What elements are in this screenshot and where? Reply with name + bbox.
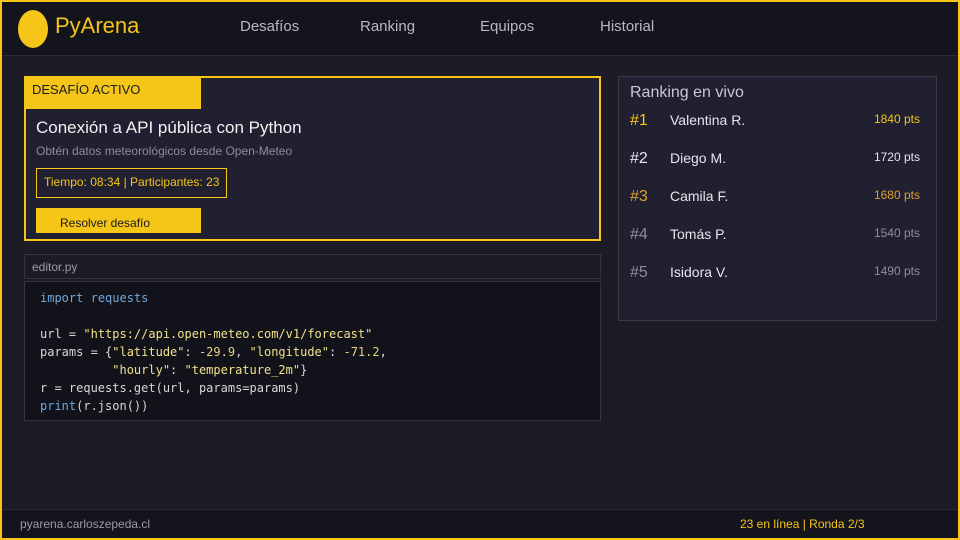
rank-position: #2 [630, 150, 648, 167]
rank-position: #3 [630, 188, 648, 205]
rank-points: 1720 pts [873, 150, 920, 164]
editor-filename-tab[interactable]: editor.py [24, 254, 601, 279]
ranking-row[interactable]: #5 Isidora V. 1490 pts [619, 260, 936, 290]
rank-points: 1540 pts [873, 226, 920, 240]
ranking-row[interactable]: #3 Camila F. 1680 pts [619, 184, 936, 214]
live-ranking-panel: Ranking en vivo #1 Valentina R. 1840 pts… [618, 76, 937, 321]
challenge-meta: Tiempo: 08:34 | Participantes: 23 [36, 168, 228, 198]
nav-item-historial[interactable]: Historial [600, 18, 654, 35]
rank-name: Diego M. [670, 150, 727, 166]
code-line: params = {"latitude": -29.9, "longitude"… [40, 345, 387, 359]
online-status: 23 en línea | Ronda 2/3 [740, 517, 865, 531]
rank-points: 1490 pts [873, 264, 920, 278]
app-title: PyArena [55, 13, 140, 38]
rank-name: Camila F. [670, 188, 729, 204]
code-line: "hourly": "temperature_2m"} [112, 363, 308, 377]
rank-points: 1840 pts [873, 112, 920, 126]
ranking-title: Ranking en vivo [630, 84, 744, 101]
active-challenge-card: DESAFÍO ACTIVO Conexión a API pública co… [24, 76, 601, 241]
site-url[interactable]: pyarena.carloszepeda.cl [20, 517, 150, 531]
challenge-subtitle: Obtén datos meteorológicos desde Open-Me… [36, 144, 293, 158]
code-line: url = "https://api.open-meteo.com/v1/for… [40, 327, 373, 341]
ranking-row[interactable]: #1 Valentina R. 1840 pts [619, 108, 936, 138]
logo-icon [18, 10, 48, 48]
ranking-row[interactable]: #4 Tomás P. 1540 pts [619, 222, 936, 252]
active-challenge-tag: DESAFÍO ACTIVO [26, 78, 201, 109]
rank-position: #1 [630, 112, 648, 129]
rank-position: #4 [630, 226, 648, 243]
top-header: PyArena Desafíos Ranking Equipos Histori… [2, 2, 958, 56]
nav-item-desafios[interactable]: Desafíos [240, 18, 299, 35]
code-line: r = requests.get(url, params=params) [40, 381, 301, 395]
status-footer: pyarena.carloszepeda.cl 23 en línea | Ro… [2, 509, 958, 538]
rank-name: Valentina R. [670, 112, 746, 128]
solve-challenge-button[interactable]: Resolver desafío [36, 208, 201, 233]
nav-item-ranking[interactable]: Ranking [360, 18, 415, 35]
rank-points: 1680 pts [873, 188, 920, 202]
code-line: print(r.json()) [40, 399, 149, 413]
challenge-title: Conexión a API pública con Python [36, 118, 302, 137]
rank-name: Isidora V. [670, 264, 728, 280]
code-line: import requests [40, 291, 149, 305]
nav-item-equipos[interactable]: Equipos [480, 18, 534, 35]
code-editor[interactable]: import requests url = "https://api.open-… [24, 281, 601, 421]
rank-name: Tomás P. [670, 226, 727, 242]
rank-position: #5 [630, 264, 648, 281]
ranking-row[interactable]: #2 Diego M. 1720 pts [619, 146, 936, 176]
